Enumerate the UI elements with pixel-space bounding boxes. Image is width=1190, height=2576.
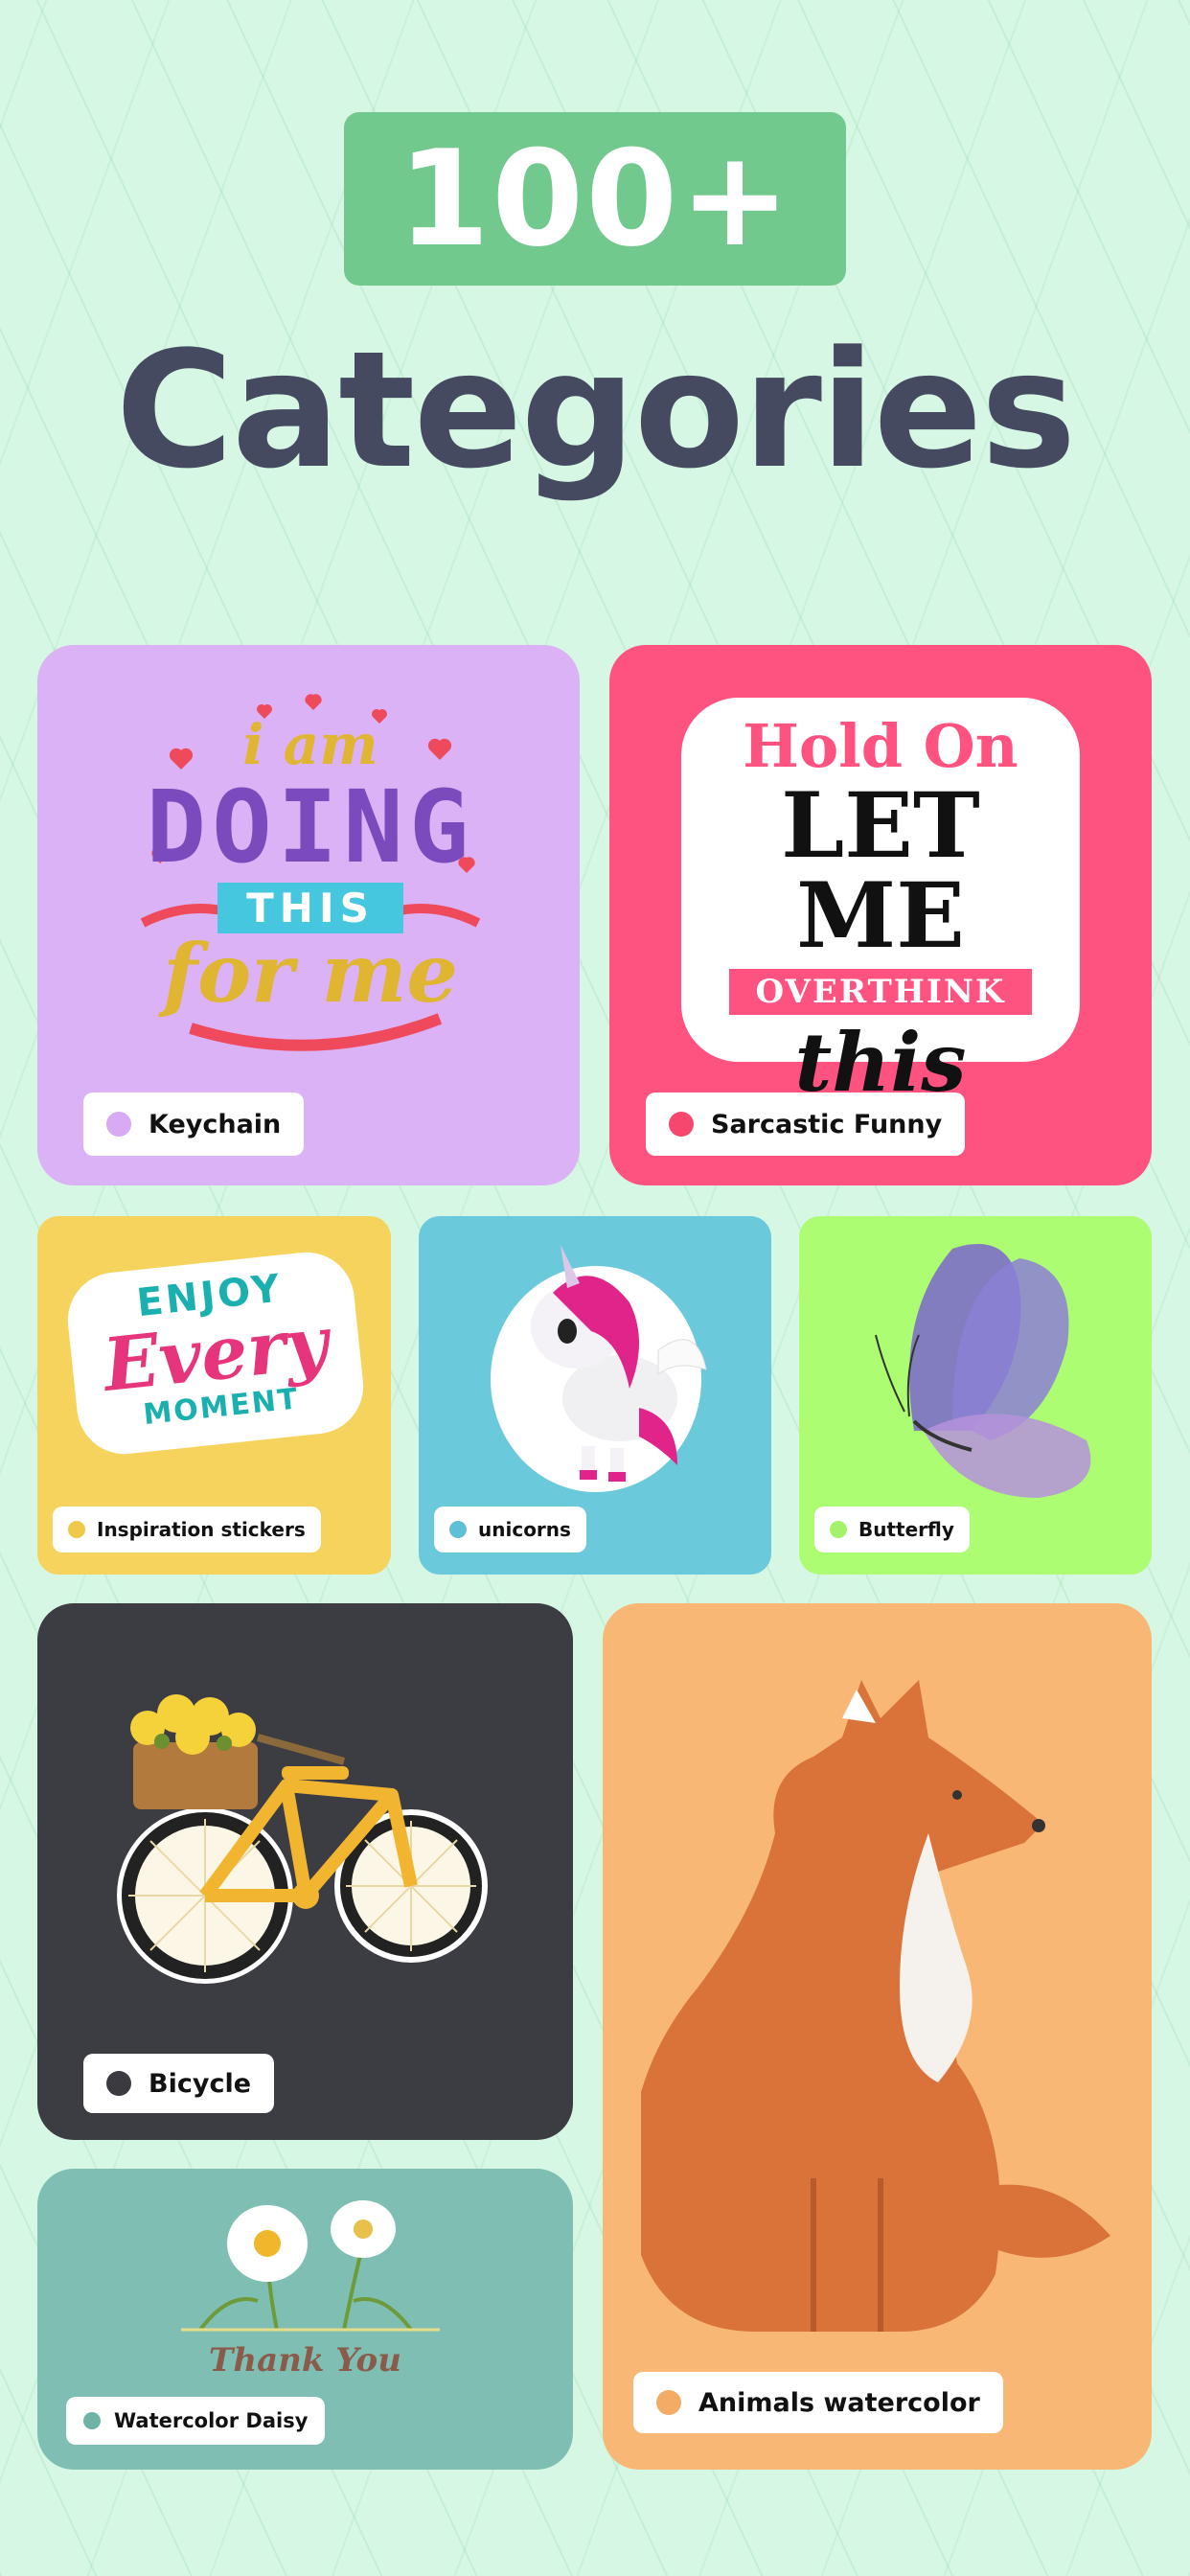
category-label-animals-watercolor[interactable]: Animals watercolor — [633, 2372, 1003, 2433]
category-dot — [83, 2412, 101, 2429]
category-label-sarcastic-funny[interactable]: Sarcastic Funny — [646, 1092, 966, 1156]
category-label-text: Inspiration stickers — [97, 1518, 306, 1541]
category-label-butterfly[interactable]: Butterfly — [814, 1506, 970, 1552]
category-dot — [106, 1112, 131, 1137]
category-label-text: Bicycle — [149, 2068, 252, 2099]
category-label-inspiration-stickers[interactable]: Inspiration stickers — [53, 1506, 321, 1552]
category-card-bicycle[interactable]: Bicycle — [37, 1603, 573, 2140]
category-label-text: Sarcastic Funny — [711, 1109, 943, 1139]
category-label-text: Animals watercolor — [698, 2387, 980, 2418]
category-label-text: Butterfly — [858, 1518, 954, 1541]
category-label-unicorns[interactable]: unicorns — [434, 1506, 586, 1552]
category-card-keychain[interactable]: i am DOING THIS for me Keychain — [37, 645, 580, 1185]
category-label-bicycle[interactable]: Bicycle — [83, 2054, 275, 2113]
category-dot — [669, 1112, 694, 1137]
unicorn-illustration — [476, 1235, 716, 1494]
sticker-hold-on-let-me-overthink: Hold On LET ME OVERTHINK this — [681, 698, 1080, 1103]
fox-illustration — [641, 1680, 1120, 2370]
category-label-watercolor-daisy[interactable]: Watercolor Daisy — [66, 2397, 326, 2445]
hero-title: Categories — [115, 316, 1077, 504]
sticker-line-let-me: LET ME — [781, 773, 980, 969]
daisy-illustration — [143, 2186, 469, 2349]
sticker-text-block: i am DOING THIS for me — [124, 712, 497, 1057]
category-label-text: Keychain — [149, 1109, 282, 1139]
sticker-line-overthink: OVERTHINK — [728, 969, 1033, 1015]
category-dot — [656, 2390, 681, 2415]
butterfly-illustration — [857, 1230, 1125, 1507]
sticker-line-i-am: i am — [242, 712, 378, 777]
category-label-text: Watercolor Daisy — [114, 2409, 309, 2432]
sticker-line-for-me: for me — [163, 926, 458, 1021]
category-card-inspiration-stickers[interactable]: ENJOY Every MOMENT Inspiration stickers — [37, 1216, 391, 1575]
category-dot — [449, 1521, 467, 1538]
category-dot — [68, 1521, 85, 1538]
daisy-caption: Thank You — [209, 2341, 401, 2380]
category-card-unicorns[interactable]: unicorns — [419, 1216, 771, 1575]
category-card-watercolor-daisy[interactable]: Thank You Watercolor Daisy — [37, 2169, 573, 2470]
category-card-animals-watercolor[interactable]: Animals watercolor — [603, 1603, 1152, 2470]
category-dot — [830, 1521, 847, 1538]
category-dot — [106, 2071, 131, 2096]
hero-count-text: 100+ — [398, 122, 792, 276]
category-card-butterfly[interactable]: Butterfly — [799, 1216, 1152, 1575]
category-card-sarcastic-funny[interactable]: Hold On LET ME OVERTHINK this Sarcastic … — [609, 645, 1152, 1185]
category-label-keychain[interactable]: Keychain — [83, 1092, 305, 1156]
sticker-line-hold-on: Hold On — [743, 711, 1018, 781]
sticker-line-doing: DOING — [146, 769, 475, 886]
category-label-text: unicorns — [478, 1518, 571, 1541]
sticker-enjoy-every-moment: ENJOY Every MOMENT — [62, 1247, 369, 1460]
hero-count-badge: 100+ — [344, 112, 846, 286]
sticker-line-this: this — [794, 1015, 967, 1110]
bicycle-illustration — [114, 1661, 497, 2006]
